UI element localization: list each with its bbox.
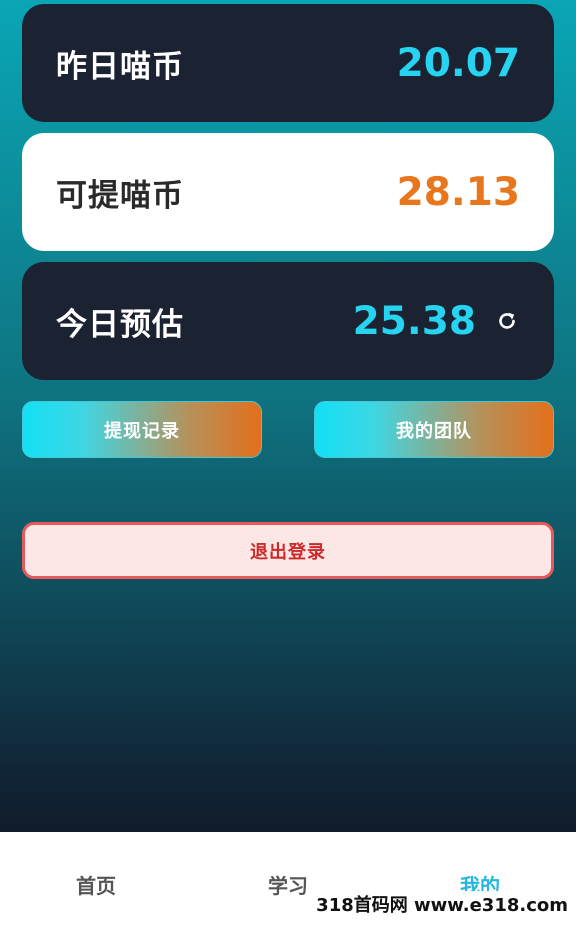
withdrawable-coins-label: 可提喵币: [56, 177, 184, 214]
my-team-button[interactable]: 我的团队: [314, 401, 554, 458]
tab-home[interactable]: 首页: [36, 870, 156, 899]
withdraw-records-button[interactable]: 提现记录: [22, 401, 262, 458]
today-estimate-card: 今日预估 25.38: [22, 262, 554, 380]
bottom-tab-bar: 首页 学习 我的 318首码网 www.e318.com: [0, 832, 576, 925]
withdrawable-coins-value: 28.13: [396, 169, 520, 215]
today-estimate-label: 今日预估: [56, 306, 184, 343]
yesterday-coins-value: 20.07: [396, 40, 520, 86]
withdrawable-coins-card: 可提喵币 28.13: [22, 133, 554, 251]
yesterday-coins-card: 昨日喵币 20.07: [22, 4, 554, 122]
yesterday-coins-label: 昨日喵币: [56, 48, 184, 85]
refresh-icon-graphic: [499, 312, 515, 329]
logout-button[interactable]: 退出登录: [22, 522, 554, 579]
watermark-text: 318首码网 www.e318.com: [312, 891, 572, 917]
today-estimate-value: 25.38: [352, 298, 476, 344]
profile-screen: 昨日喵币 20.07 可提喵币 28.13 今日预估 25.38 提现记录 我的…: [0, 0, 576, 832]
refresh-icon[interactable]: [494, 308, 520, 334]
